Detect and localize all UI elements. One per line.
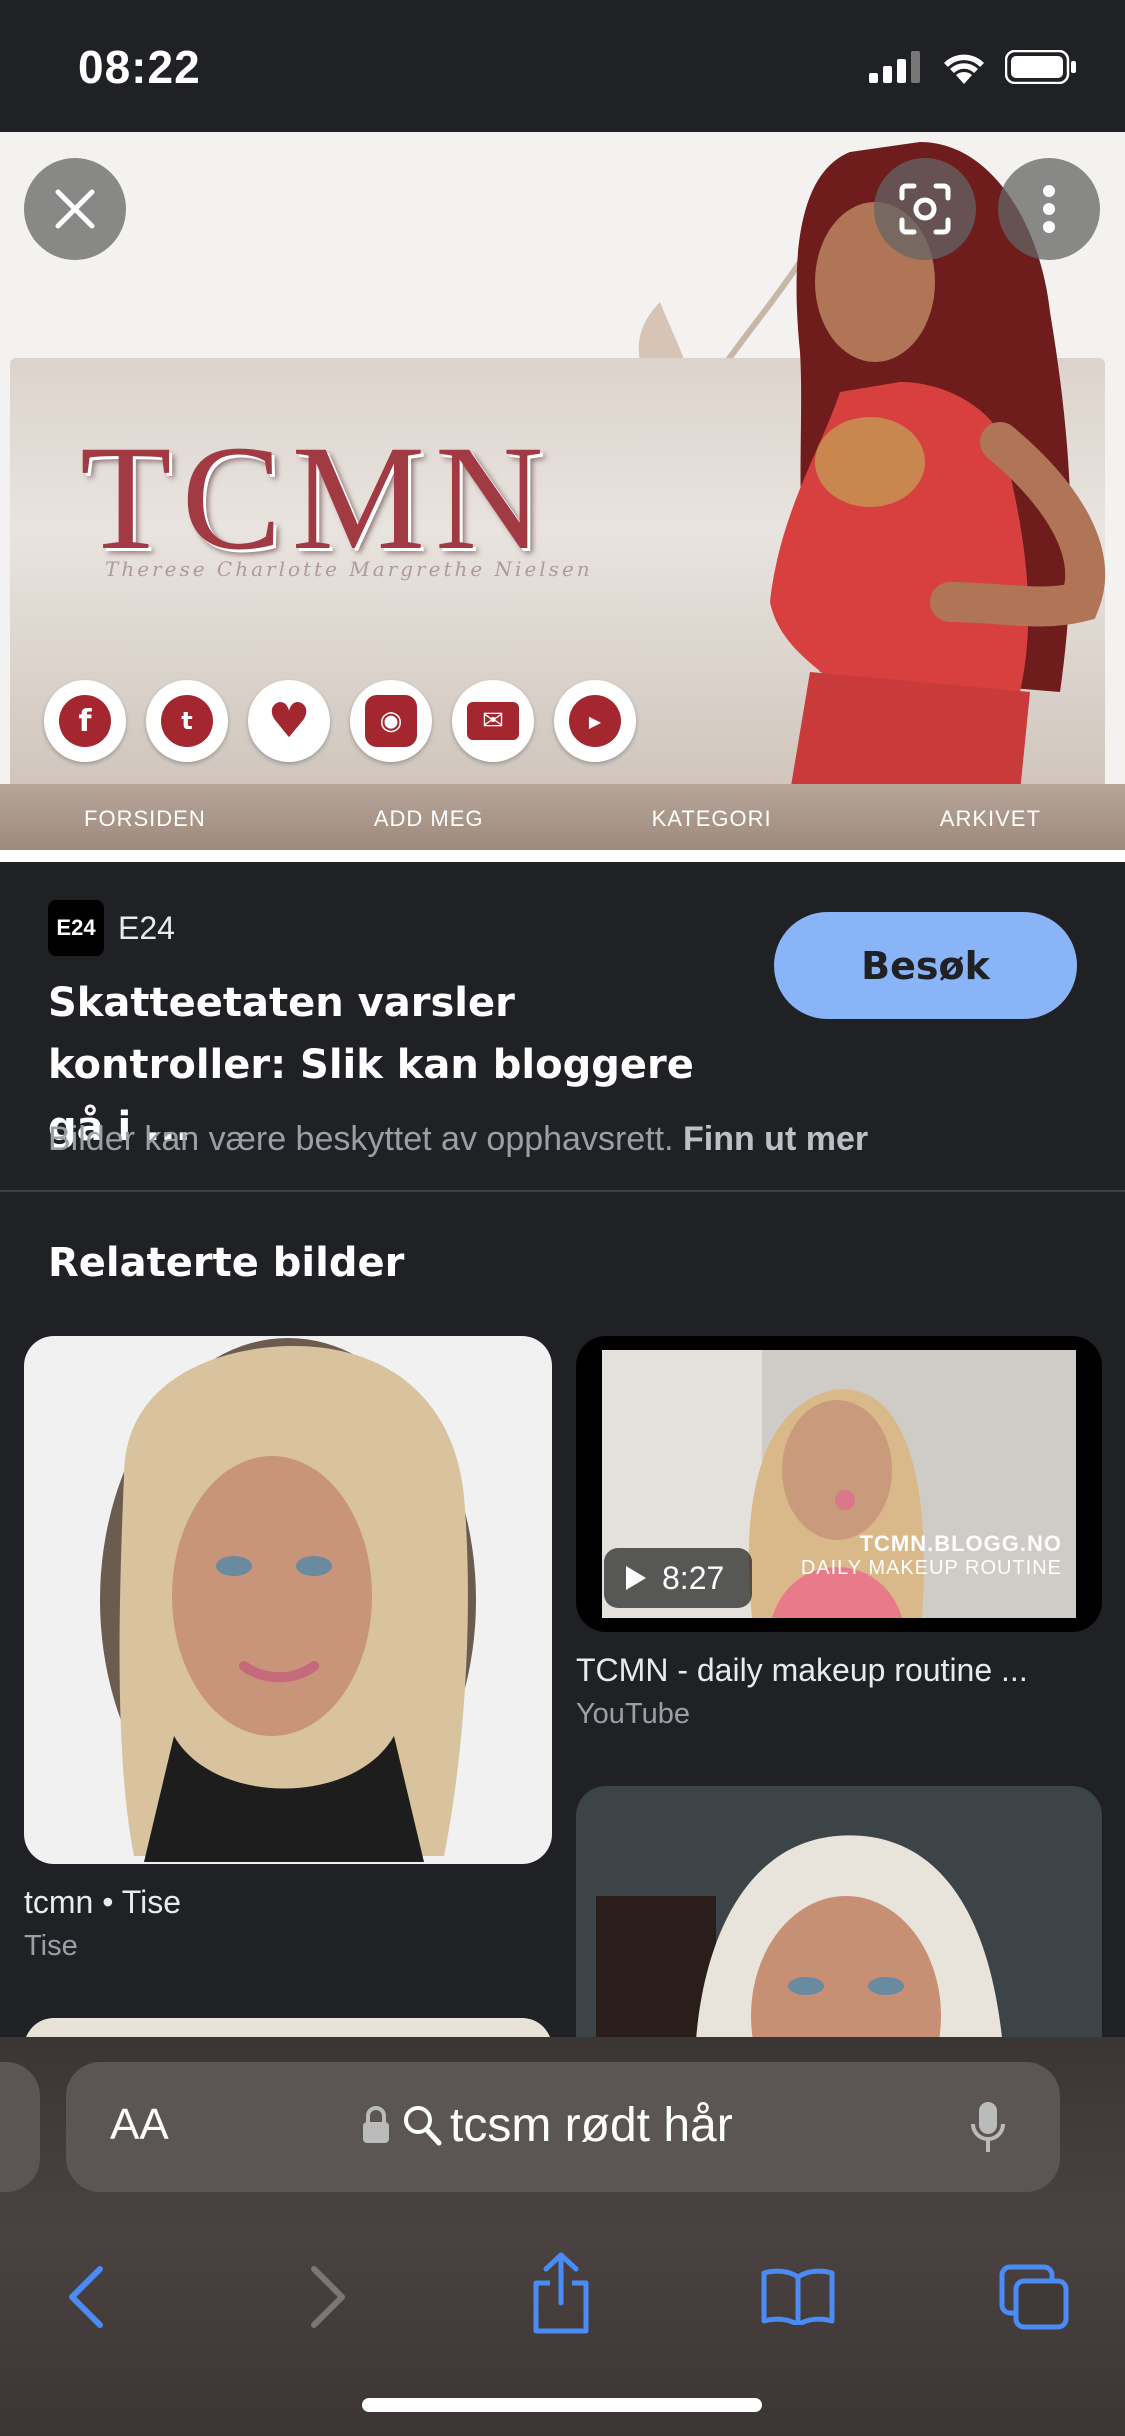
- related-image-card[interactable]: [24, 1336, 552, 1864]
- close-icon: [55, 189, 95, 229]
- facebook-icon: f: [44, 680, 126, 762]
- learn-more-link[interactable]: Finn ut mer: [683, 1120, 868, 1158]
- status-time: 08:22: [78, 41, 201, 93]
- browser-nav-bar: [0, 2227, 1125, 2377]
- related-image-title[interactable]: tcmn • Tise: [24, 1884, 552, 1921]
- status-icons: [869, 50, 1077, 84]
- status-bar: 08:22: [0, 0, 1125, 132]
- related-video-card[interactable]: TCMN.BLOGG.NO DAILY MAKEUP ROUTINE 8:27: [576, 1336, 1102, 1632]
- related-images-heading: Relaterte bilder: [48, 1240, 405, 1286]
- wifi-icon: [944, 54, 984, 84]
- section-divider: [0, 1190, 1125, 1192]
- bookmarks-icon[interactable]: [760, 2267, 836, 2325]
- blonde-woman-photo: [100, 1338, 476, 1862]
- blog-nav-underline: [0, 850, 1125, 862]
- video-duration-badge: 8:27: [604, 1548, 752, 1608]
- e24-logo: E24: [48, 900, 104, 956]
- tabs-icon[interactable]: [998, 2263, 1070, 2331]
- social-icons-row: f t ♥ ◉ ✉ ▶: [44, 680, 636, 762]
- search-icon: [404, 2106, 442, 2146]
- instagram-icon: ◉: [350, 680, 432, 762]
- blog-nav-add-meg: ADD MEG: [373, 806, 484, 831]
- lock-icon: [363, 2106, 389, 2143]
- related-video-title[interactable]: TCMN - daily makeup routine ...: [576, 1652, 1096, 1689]
- battery-icon: [1005, 50, 1076, 84]
- blog-nav-forsiden: FORSIDEN: [84, 806, 206, 831]
- video-duration: 8:27: [662, 1559, 725, 1596]
- browser-toolbar: AA tcsm rødt hår: [0, 2037, 1125, 2436]
- previous-tab-peek[interactable]: [0, 2062, 40, 2192]
- blog-subtitle: Therese Charlotte Margrethe Nielsen: [105, 557, 593, 581]
- source-row[interactable]: E24 E24: [48, 900, 175, 956]
- heart-icon: ♥: [248, 680, 330, 762]
- video-overlay-line1: TCMN.BLOGG.NO: [859, 1531, 1062, 1556]
- back-icon[interactable]: [66, 2265, 106, 2329]
- close-button[interactable]: [24, 158, 126, 260]
- search-query: tcsm rødt hår: [450, 2099, 733, 2152]
- related-image-source: Tise: [24, 1930, 78, 1962]
- more-options-button[interactable]: [998, 158, 1100, 260]
- share-icon[interactable]: [530, 2251, 592, 2335]
- home-indicator[interactable]: [362, 2398, 762, 2412]
- source-name: E24: [118, 909, 175, 946]
- twitter-icon: t: [146, 680, 228, 762]
- blog-nav-strip: FORSIDEN ADD MEG KATEGORI ARKIVET: [0, 784, 1125, 854]
- google-lens-icon: [899, 183, 951, 235]
- related-video-source: YouTube: [576, 1698, 690, 1730]
- play-icon: [626, 1566, 646, 1590]
- address-bar[interactable]: AA tcsm rødt hår: [66, 2062, 1060, 2192]
- microphone-icon[interactable]: [970, 2100, 1006, 2154]
- blog-nav-kategori: KATEGORI: [651, 806, 772, 831]
- lens-button[interactable]: [874, 158, 976, 260]
- mail-icon: ✉: [452, 680, 534, 762]
- video-overlay-text: TCMN.BLOGG.NO DAILY MAKEUP ROUTINE: [801, 1531, 1062, 1580]
- youtube-icon: ▶: [554, 680, 636, 762]
- visit-button[interactable]: Besøk: [774, 912, 1077, 1019]
- cellular-signal-icon: [869, 51, 920, 83]
- preview-image[interactable]: TCMN Therese Charlotte Margrethe Nielsen…: [0, 132, 1125, 862]
- more-vert-icon: [1043, 185, 1055, 233]
- text-size-button[interactable]: AA: [110, 2100, 169, 2150]
- forward-icon[interactable]: [308, 2265, 348, 2329]
- blog-nav-arkivet: ARKIVET: [939, 806, 1041, 831]
- video-overlay-line2: DAILY MAKEUP ROUTINE: [800, 1557, 1062, 1579]
- copyright-notice: Bilder kan være beskyttet av opphavsrett…: [48, 1120, 868, 1159]
- copyright-text: Bilder kan være beskyttet av opphavsrett…: [48, 1120, 674, 1158]
